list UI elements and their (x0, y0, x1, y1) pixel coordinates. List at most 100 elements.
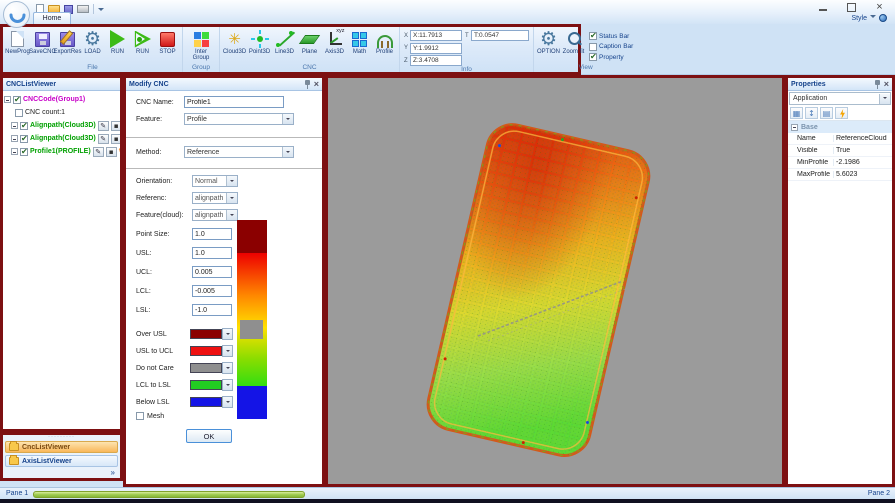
mesh-checkbox[interactable] (136, 412, 144, 420)
inter-group-button[interactable]: Inter Group (185, 28, 217, 62)
tree-item-cnccode[interactable]: CNCCode(Group1) (4, 93, 119, 106)
expand-icon[interactable] (11, 148, 18, 155)
maximize-button[interactable] (846, 3, 857, 12)
lcl-lsl-color-swatch[interactable] (190, 380, 222, 390)
t-coordinate-field[interactable]: T:0.0547 (471, 30, 529, 41)
expand-icon[interactable] (11, 122, 18, 129)
chevron-down-icon[interactable] (222, 396, 233, 408)
more-panels-chevron[interactable]: » (111, 469, 118, 477)
y-coordinate-field[interactable]: Y:1.9912 (410, 43, 462, 54)
edit-button[interactable] (93, 147, 104, 157)
view-button[interactable] (111, 134, 120, 144)
point3d-button[interactable]: Point3D (247, 28, 272, 55)
properties-object-select[interactable]: Application (789, 92, 891, 105)
newprog-button[interactable]: NewProg (5, 28, 30, 55)
axis3d-button[interactable]: xyz Axis3D (322, 28, 347, 55)
checkbox[interactable] (15, 109, 23, 117)
events-button[interactable] (835, 107, 848, 119)
checkbox[interactable] (20, 122, 28, 130)
app-logo[interactable] (3, 1, 30, 28)
chevron-down-icon[interactable] (222, 379, 233, 391)
orientation-select[interactable]: Normal (192, 175, 238, 187)
style-selector[interactable]: Style (851, 14, 887, 22)
checkbox[interactable] (20, 135, 28, 143)
section-base[interactable]: Base (788, 121, 892, 133)
lsl-input[interactable] (192, 304, 232, 316)
cnc-name-input[interactable] (184, 96, 284, 108)
tree-item-cnc-count[interactable]: CNC count:1 (15, 106, 119, 119)
divider (126, 137, 322, 138)
collapse-icon[interactable] (791, 124, 798, 131)
zoom-fit-button[interactable]: Zoom fit (561, 28, 586, 55)
z-coordinate-field[interactable]: Z:3.4708 (410, 55, 462, 66)
option-button[interactable]: ⚙ OPTION (536, 28, 561, 55)
view-button[interactable] (111, 121, 120, 131)
property-row-minprofile[interactable]: MinProfile -2.1986 (788, 157, 892, 169)
load-button[interactable]: ⚙ LOAD (80, 28, 105, 55)
over-usl-color-swatch[interactable] (190, 329, 222, 339)
pin-icon[interactable] (304, 80, 311, 89)
savecnc-button[interactable]: SaveCNC (30, 28, 55, 55)
cnclistviewer-bar[interactable]: CncListViewer (5, 441, 118, 453)
close-button[interactable]: × (874, 3, 885, 12)
edit-button[interactable] (98, 121, 109, 131)
run-outline-button[interactable]: RUN (130, 28, 155, 55)
property-row-maxprofile[interactable]: MaxProfile 5.6023 (788, 169, 892, 181)
chevron-down-icon[interactable] (222, 362, 233, 374)
caption-bar-checkbox-row[interactable]: Caption Bar (589, 43, 633, 51)
chevron-down-icon[interactable] (222, 328, 233, 340)
property-checkbox-row[interactable]: Property (589, 53, 633, 61)
cloud3d-button[interactable]: ✳ Cloud3D (222, 28, 247, 55)
checkbox[interactable] (589, 53, 597, 61)
pin-icon[interactable] (874, 80, 881, 89)
property-page-icon[interactable] (820, 107, 833, 119)
math-button[interactable]: Math (347, 28, 372, 55)
property-row-name[interactable]: Name ReferenceCloud (788, 133, 892, 145)
categorized-icon[interactable] (790, 107, 803, 119)
print-icon[interactable] (77, 5, 89, 13)
run-button[interactable]: RUN (105, 28, 130, 55)
checkbox[interactable] (20, 148, 28, 156)
line3d-button[interactable]: Line3D (272, 28, 297, 55)
reference-select[interactable]: alignpath (192, 192, 238, 204)
method-select[interactable]: Reference (184, 146, 294, 158)
edit-button[interactable] (98, 134, 109, 144)
tree-item-alignpath-1[interactable]: Alignpath(Cloud3D) * (11, 119, 119, 132)
tree-item-profile1[interactable]: Profile1(PROFILE) * (11, 145, 119, 158)
point-size-input[interactable] (192, 228, 232, 240)
ok-button[interactable]: OK (186, 429, 232, 443)
minimize-button[interactable] (818, 3, 829, 12)
ucl-input[interactable] (192, 266, 232, 278)
chevron-down-icon[interactable] (222, 345, 233, 357)
expand-icon[interactable] (4, 96, 11, 103)
status-bar-checkbox-row[interactable]: Status Bar (589, 32, 633, 40)
lcl-input[interactable] (192, 285, 232, 297)
splitter-handle[interactable]: ········· (5, 436, 118, 439)
style-dropdown-icon[interactable] (870, 15, 876, 21)
exportres-button[interactable]: ExportRes (55, 28, 80, 55)
quick-access-dropdown-icon[interactable] (98, 8, 104, 14)
profile-button[interactable]: Profile (372, 28, 397, 55)
feature-cloud-select[interactable]: alignpath (192, 209, 238, 221)
usl-input[interactable] (192, 247, 232, 259)
plane-button[interactable]: Plane (297, 28, 322, 55)
dont-care-color-swatch[interactable] (190, 363, 222, 373)
stop-button[interactable]: STOP (155, 28, 180, 55)
below-lsl-color-swatch[interactable] (190, 397, 222, 407)
property-row-visible[interactable]: Visible True (788, 145, 892, 157)
x-coordinate-field[interactable]: X:11.7913 (410, 30, 462, 41)
checkbox[interactable] (589, 43, 597, 51)
sort-az-icon[interactable] (805, 107, 818, 119)
checkbox[interactable] (589, 32, 597, 40)
tab-home[interactable]: Home (33, 12, 71, 24)
expand-icon[interactable] (11, 135, 18, 142)
usl-ucl-color-swatch[interactable] (190, 346, 222, 356)
close-icon[interactable]: × (314, 80, 319, 89)
tree-item-alignpath-2[interactable]: Alignpath(Cloud3D) * (11, 132, 119, 145)
close-icon[interactable]: × (884, 80, 889, 89)
feature-select[interactable]: Profile (184, 113, 294, 125)
axislistviewer-bar[interactable]: AxisListViewer (5, 455, 118, 467)
checkbox[interactable] (13, 96, 21, 104)
viewport-3d[interactable] (325, 75, 785, 487)
view-button[interactable] (106, 147, 117, 157)
